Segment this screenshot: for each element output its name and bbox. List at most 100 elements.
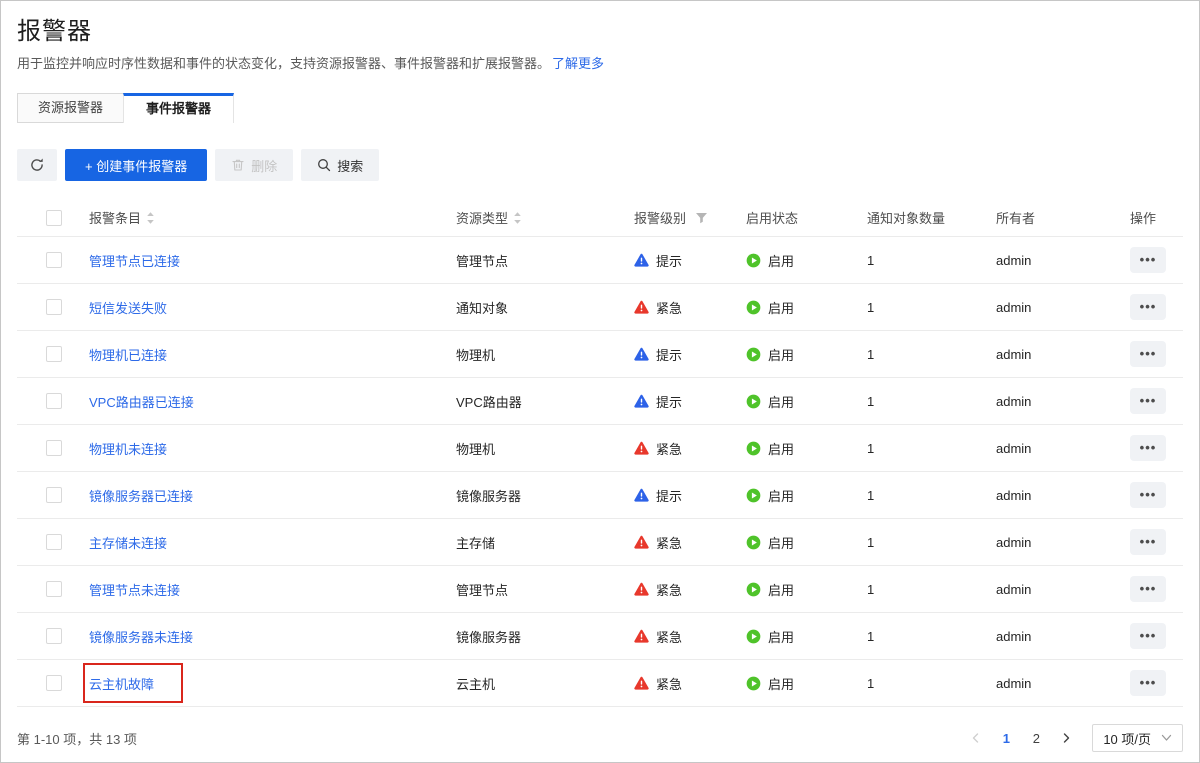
alarm-item-link[interactable]: 主存储未连接 [89, 533, 167, 552]
row-checkbox[interactable] [46, 534, 62, 550]
owner-value: admin [996, 253, 1130, 268]
next-page-button[interactable] [1054, 726, 1078, 750]
learn-more-link[interactable]: 了解更多 [552, 56, 604, 71]
row-checkbox[interactable] [46, 487, 62, 503]
resource-type-value: 通知对象 [456, 298, 634, 317]
row-actions-button[interactable]: ••• [1130, 388, 1166, 414]
chevron-right-icon [1060, 732, 1072, 744]
warning-triangle-icon [634, 253, 649, 267]
alarm-item-link[interactable]: 管理节点已连接 [89, 251, 180, 270]
sort-icon[interactable] [513, 211, 522, 225]
tab-event-alarms[interactable]: 事件报警器 [123, 93, 234, 123]
refresh-button[interactable] [17, 149, 57, 181]
alarm-level-badge: 提示 [634, 392, 682, 411]
alarm-item-link[interactable]: 物理机未连接 [89, 439, 167, 458]
column-header-enable-status: 启用状态 [746, 208, 867, 227]
alarm-level-badge: 提示 [634, 345, 682, 364]
column-label: 操作 [1130, 208, 1156, 227]
sort-icon[interactable] [146, 211, 155, 225]
row-checkbox[interactable] [46, 299, 62, 315]
enable-status-label: 启用 [768, 392, 794, 411]
row-actions-button[interactable]: ••• [1130, 482, 1166, 508]
column-header-alarm-item[interactable]: 报警条目 [89, 208, 456, 227]
alarm-item-link[interactable]: 物理机已连接 [89, 345, 167, 364]
enable-status-badge: 启用 [746, 533, 794, 552]
alarm-level-label: 提示 [656, 251, 682, 270]
alarm-item-link[interactable]: 管理节点未连接 [89, 580, 180, 599]
page-number-1[interactable]: 1 [994, 726, 1018, 750]
alarm-level-label: 紧急 [656, 627, 682, 646]
warning-triangle-icon [634, 676, 649, 690]
resource-type-value: VPC路由器 [456, 392, 634, 411]
notify-count-value: 1 [867, 488, 996, 503]
alarm-item-link[interactable]: 镜像服务器已连接 [89, 486, 193, 505]
page-size-value: 10 项/页 [1103, 729, 1151, 748]
column-label: 资源类型 [456, 208, 508, 227]
alarm-level-label: 提示 [656, 486, 682, 505]
enable-status-label: 启用 [768, 580, 794, 599]
warning-triangle-icon [634, 347, 649, 361]
row-actions-button[interactable]: ••• [1130, 529, 1166, 555]
table-body: 管理节点已连接 管理节点 提示 启用 1 admin ••• [17, 237, 1183, 707]
alarm-level-badge: 紧急 [634, 298, 682, 317]
column-label: 报警条目 [89, 208, 141, 227]
page-description: 用于监控并响应时序性数据和事件的状态变化，支持资源报警器、事件报警器和扩展报警器… [17, 53, 1183, 72]
alarm-item-link[interactable]: 短信发送失败 [89, 298, 167, 317]
resource-type-value: 物理机 [456, 439, 634, 458]
warning-triangle-icon [634, 629, 649, 643]
enabled-play-icon [746, 535, 761, 550]
chevron-down-icon [1161, 734, 1172, 742]
row-actions-button[interactable]: ••• [1130, 576, 1166, 602]
pagination: 1 2 10 项/页 [964, 724, 1183, 752]
row-actions-button[interactable]: ••• [1130, 294, 1166, 320]
delete-button[interactable]: 删除 [215, 149, 293, 181]
alarm-level-label: 紧急 [656, 580, 682, 599]
create-event-alarm-button[interactable]: + 创建事件报警器 [65, 149, 207, 181]
row-checkbox[interactable] [46, 393, 62, 409]
row-actions-button[interactable]: ••• [1130, 670, 1166, 696]
row-actions-button[interactable]: ••• [1130, 623, 1166, 649]
alarm-item-link[interactable]: 云主机故障 [89, 674, 154, 693]
alarm-item-link[interactable]: 镜像服务器未连接 [89, 627, 193, 646]
refresh-icon [29, 157, 45, 173]
column-header-resource-type[interactable]: 资源类型 [456, 208, 634, 227]
row-checkbox[interactable] [46, 440, 62, 456]
owner-value: admin [996, 488, 1130, 503]
alarm-level-badge: 紧急 [634, 533, 682, 552]
select-all-checkbox[interactable] [46, 210, 62, 226]
event-alarm-table: 报警条目 资源类型 报警级别 启用状态 通知对象数量 所有者 操作 管理节点已连… [17, 199, 1183, 707]
page-size-select[interactable]: 10 项/页 [1092, 724, 1183, 752]
row-checkbox[interactable] [46, 628, 62, 644]
enabled-play-icon [746, 488, 761, 503]
row-actions-button[interactable]: ••• [1130, 341, 1166, 367]
owner-value: admin [996, 535, 1130, 550]
column-label: 报警级别 [634, 208, 686, 227]
warning-triangle-icon [634, 300, 649, 314]
event-alarm-page: 报警器 用于监控并响应时序性数据和事件的状态变化，支持资源报警器、事件报警器和扩… [0, 0, 1200, 763]
row-actions-button[interactable]: ••• [1130, 435, 1166, 461]
tab-resource-alarms[interactable]: 资源报警器 [17, 93, 124, 123]
filter-icon[interactable] [695, 212, 708, 224]
owner-value: admin [996, 347, 1130, 362]
row-checkbox[interactable] [46, 252, 62, 268]
enabled-play-icon [746, 629, 761, 644]
row-checkbox[interactable] [46, 346, 62, 362]
enable-status-label: 启用 [768, 251, 794, 270]
row-actions-button[interactable]: ••• [1130, 247, 1166, 273]
alarm-item-link[interactable]: VPC路由器已连接 [89, 392, 194, 411]
owner-value: admin [996, 441, 1130, 456]
enable-status-badge: 启用 [746, 298, 794, 317]
alarm-level-badge: 提示 [634, 251, 682, 270]
delete-button-label: 删除 [251, 156, 277, 175]
notify-count-value: 1 [867, 629, 996, 644]
prev-page-button[interactable] [964, 726, 988, 750]
enabled-play-icon [746, 347, 761, 362]
column-header-alarm-level[interactable]: 报警级别 [634, 208, 746, 227]
search-button[interactable]: 搜索 [301, 149, 379, 181]
enable-status-badge: 启用 [746, 392, 794, 411]
row-checkbox[interactable] [46, 675, 62, 691]
resource-type-value: 主存储 [456, 533, 634, 552]
alarm-level-badge: 提示 [634, 486, 682, 505]
row-checkbox[interactable] [46, 581, 62, 597]
page-number-2[interactable]: 2 [1024, 726, 1048, 750]
